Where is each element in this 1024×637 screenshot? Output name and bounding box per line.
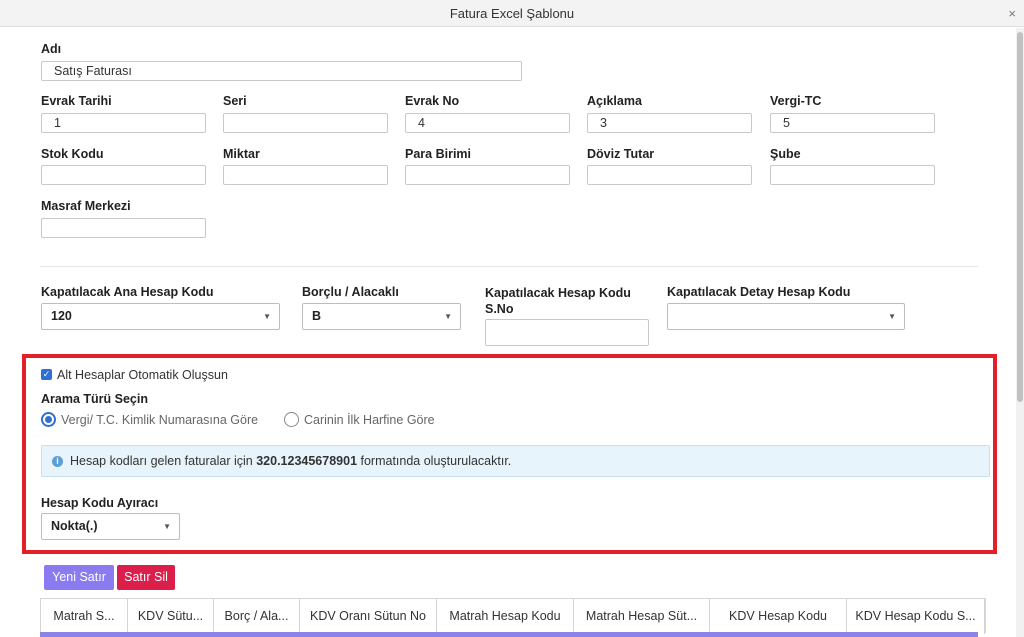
masraf-merkezi-label: Masraf Merkezi (41, 199, 131, 213)
detay-hesap-select[interactable]: ▼ (667, 303, 905, 330)
grid-col-0[interactable]: Matrah S... (41, 599, 128, 634)
evrak-no-label: Evrak No (405, 94, 460, 108)
info-text: Hesap kodları gelen faturalar için 320.1… (70, 454, 511, 468)
borclu-value: B (312, 309, 322, 323)
separator-value: Nokta(.) (51, 519, 98, 533)
vergi-tc-input[interactable]: 5 (770, 113, 935, 133)
ana-hesap-value: 120 (51, 309, 72, 323)
sube-input[interactable] (770, 165, 935, 185)
adi-label: Adı (41, 42, 62, 56)
ana-hesap-select[interactable]: 120 ▼ (41, 303, 280, 330)
borclu-label: Borçlu / Alacaklı (302, 285, 399, 299)
separator-select[interactable]: Nokta(.) ▼ (41, 513, 180, 540)
hesap-sno-input[interactable] (485, 319, 649, 346)
separator-label: Hesap Kodu Ayıracı (41, 496, 159, 510)
seri-label: Seri (223, 94, 247, 108)
sube-label: Şube (770, 147, 801, 161)
evrak-tarihi-label: Evrak Tarihi (41, 94, 112, 108)
aciklama-label: Açıklama (587, 94, 642, 108)
radio-vergi[interactable] (41, 412, 56, 427)
miktar-input[interactable] (223, 165, 388, 185)
grid-col-2[interactable]: Borç / Ala... (214, 599, 300, 634)
delete-row-button[interactable]: Satır Sil (117, 565, 175, 590)
para-birimi-label: Para Birimi (405, 147, 472, 161)
adi-input[interactable]: Satış Faturası (41, 61, 522, 81)
grid-col-4[interactable]: Matrah Hesap Kodu (437, 599, 574, 634)
doviz-tutar-input[interactable] (587, 165, 752, 185)
window-title: Fatura Excel Şablonu (449, 6, 575, 21)
search-type-title: Arama Türü Seçin (41, 392, 148, 406)
new-row-button[interactable]: Yeni Satır (44, 565, 114, 590)
stok-kodu-label: Stok Kodu (41, 147, 104, 161)
evrak-tarihi-input[interactable]: 1 (41, 113, 206, 133)
hesap-sno-label-line1: Kapatılacak Hesap Kodu (485, 286, 631, 300)
detay-hesap-label: Kapatılacak Detay Hesap Kodu (667, 285, 851, 299)
grid-col-1[interactable]: KDV Sütu... (128, 599, 214, 634)
evrak-no-input[interactable]: 4 (405, 113, 570, 133)
chevron-down-icon: ▼ (888, 312, 896, 321)
chevron-down-icon: ▼ (263, 312, 271, 321)
grid-row-selected[interactable] (40, 632, 978, 637)
vergi-tc-label: Vergi-TC (770, 94, 822, 108)
section-divider (40, 266, 978, 267)
ana-hesap-label: Kapatılacak Ana Hesap Kodu (41, 285, 214, 299)
para-birimi-input[interactable] (405, 165, 570, 185)
info-text-prefix: Hesap kodları gelen faturalar için (70, 454, 257, 468)
grid-header: Matrah S... KDV Sütu... Borç / Ala... KD… (40, 598, 986, 634)
stok-kodu-input[interactable] (41, 165, 206, 185)
chevron-down-icon: ▼ (444, 312, 452, 321)
window-titlebar: Fatura Excel Şablonu × (0, 0, 1024, 27)
grid-col-6[interactable]: KDV Hesap Kodu (710, 599, 847, 634)
seri-input[interactable] (223, 113, 388, 133)
radio-harf[interactable] (284, 412, 299, 427)
grid-col-5[interactable]: Matrah Hesap Süt... (574, 599, 710, 634)
masraf-merkezi-input[interactable] (41, 218, 206, 238)
close-icon[interactable]: × (1008, 0, 1016, 27)
aciklama-input[interactable]: 3 (587, 113, 752, 133)
info-icon: i (52, 456, 63, 467)
hesap-sno-label-line2: S.No (485, 302, 514, 316)
doviz-tutar-label: Döviz Tutar (587, 147, 655, 161)
radio-harf-label: Carinin İlk Harfine Göre (304, 413, 435, 427)
info-code: 320.12345678901 (256, 454, 358, 468)
chevron-down-icon: ▼ (163, 522, 171, 531)
auto-accounts-label: Alt Hesaplar Otomatik Oluşsun (57, 368, 228, 382)
miktar-label: Miktar (223, 147, 260, 161)
grid-col-7[interactable]: KDV Hesap Kodu S... (847, 599, 985, 634)
borclu-select[interactable]: B ▼ (302, 303, 461, 330)
hesap-sno-label: Kapatılacak Hesap Kodu S.No (485, 285, 631, 317)
grid-col-3[interactable]: KDV Oranı Sütun No (300, 599, 437, 634)
info-alert: i Hesap kodları gelen faturalar için 320… (41, 445, 990, 477)
info-text-suffix: formatında oluşturulacaktır. (357, 454, 512, 468)
scrollbar-thumb[interactable] (1017, 32, 1023, 402)
auto-accounts-checkbox[interactable]: ✓ (41, 369, 52, 380)
radio-vergi-label: Vergi/ T.C. Kimlik Numarasına Göre (61, 413, 259, 427)
